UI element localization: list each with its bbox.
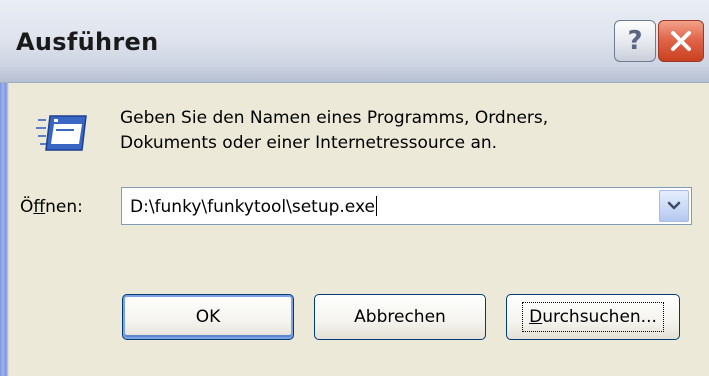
open-input-value: D:\funky\funkytool\setup.exe [130, 197, 375, 217]
browse-label-rest: urchsuchen... [542, 307, 657, 327]
cancel-button[interactable]: Abbrechen [314, 294, 486, 340]
browse-button[interactable]: Durchsuchen... [506, 294, 680, 340]
open-label: Öffnen: [20, 197, 83, 217]
close-button[interactable] [658, 20, 704, 62]
open-label-accelerator: f [33, 197, 46, 217]
dialog-description: Geben Sie den Namen eines Programms, Ord… [120, 106, 680, 156]
open-label-rest: fnen: [45, 197, 83, 217]
ok-button[interactable]: OK [122, 294, 294, 340]
title-bar[interactable]: Ausführen ? [0, 0, 709, 83]
text-caret [375, 196, 377, 216]
question-mark-icon: ? [627, 26, 643, 56]
run-dialog-icon [36, 115, 87, 151]
close-x-icon [671, 31, 691, 51]
open-label-prefix: Ö [20, 197, 34, 217]
open-input[interactable]: D:\funky\funkytool\setup.exe [130, 196, 377, 217]
description-line-1: Geben Sie den Namen eines Programms, Ord… [120, 108, 549, 128]
browse-accelerator: D [529, 307, 543, 327]
window-title: Ausführen [16, 28, 159, 56]
chevron-down-icon [667, 201, 681, 210]
dropdown-button[interactable] [659, 190, 689, 222]
description-line-2: Dokuments oder einer Internetressource a… [120, 133, 498, 153]
help-button[interactable]: ? [614, 20, 656, 62]
browse-button-label: Durchsuchen... [522, 302, 664, 332]
open-combobox[interactable]: D:\funky\funkytool\setup.exe [121, 187, 692, 225]
